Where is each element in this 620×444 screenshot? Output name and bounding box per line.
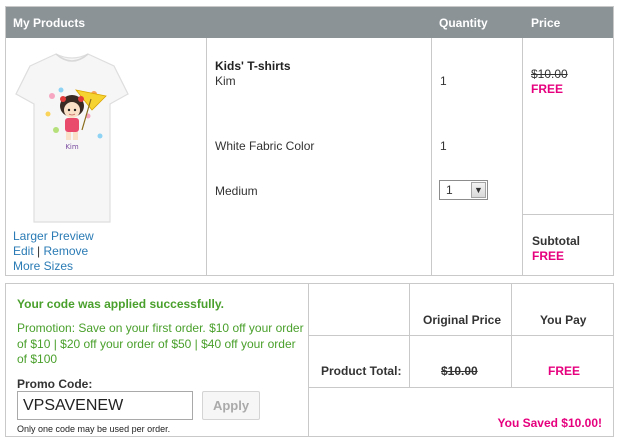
you-pay-value: FREE	[548, 364, 581, 378]
quantity-value: 1	[440, 74, 447, 88]
subtotal-label: Subtotal	[532, 234, 580, 248]
shirt-text: Kim	[65, 143, 79, 151]
promo-description: Promotion: Save on your first order. $10…	[17, 321, 304, 366]
you-pay-header: You Pay	[540, 313, 587, 327]
product-color: White Fabric Color	[215, 139, 315, 153]
remove-link[interactable]: Remove	[44, 244, 89, 258]
link-separator: |	[37, 244, 41, 258]
original-total: $10.00	[441, 364, 478, 378]
header-quantity: Quantity	[439, 16, 488, 30]
header-price: Price	[531, 16, 561, 30]
item-price: FREE	[531, 82, 564, 96]
apply-button[interactable]: Apply	[202, 391, 260, 420]
quantity-value: 1	[440, 139, 447, 153]
product-size: Medium	[215, 184, 258, 198]
cart-table: My Products Quantity Price Kim Larger Pr…	[5, 6, 614, 276]
quantity-select-value: 1	[446, 183, 453, 197]
promo-code-input[interactable]	[17, 391, 193, 420]
chevron-down-icon[interactable]: ▼	[471, 182, 486, 198]
promo-panel: Your code was applied successfully. Prom…	[5, 283, 309, 437]
quantity-select[interactable]: 1 ▼	[439, 180, 488, 200]
order-totals: Original Price You Pay Product Total: $1…	[309, 283, 614, 437]
divider	[309, 335, 613, 336]
product-name: Kids' T-shirts	[215, 59, 291, 73]
divider	[206, 38, 207, 275]
divider	[522, 38, 523, 275]
header-my-products: My Products	[13, 16, 86, 30]
more-sizes-link[interactable]: More Sizes	[13, 259, 73, 273]
promo-note: Only one code may be used per order.	[17, 424, 171, 434]
divider	[523, 214, 613, 215]
product-design: Kim	[215, 74, 236, 88]
subtotal-value: FREE	[532, 249, 565, 263]
divider	[431, 38, 432, 275]
edit-link[interactable]: Edit	[13, 244, 34, 258]
original-price: $10.00	[531, 67, 568, 81]
divider	[309, 387, 613, 388]
promo-success-message: Your code was applied successfully.	[17, 297, 224, 311]
promo-code-label: Promo Code:	[17, 377, 93, 391]
product-links: Larger Preview Edit | Remove More Sizes	[13, 229, 94, 274]
original-price-header: Original Price	[423, 313, 502, 327]
cart-header: My Products Quantity Price	[6, 7, 613, 38]
product-total-label: Product Total:	[321, 364, 402, 378]
savings-message: You Saved $10.00!	[497, 416, 603, 430]
product-thumbnail[interactable]: Kim	[12, 44, 132, 234]
larger-preview-link[interactable]: Larger Preview	[13, 229, 94, 243]
tshirt-image: Kim	[15, 53, 129, 223]
